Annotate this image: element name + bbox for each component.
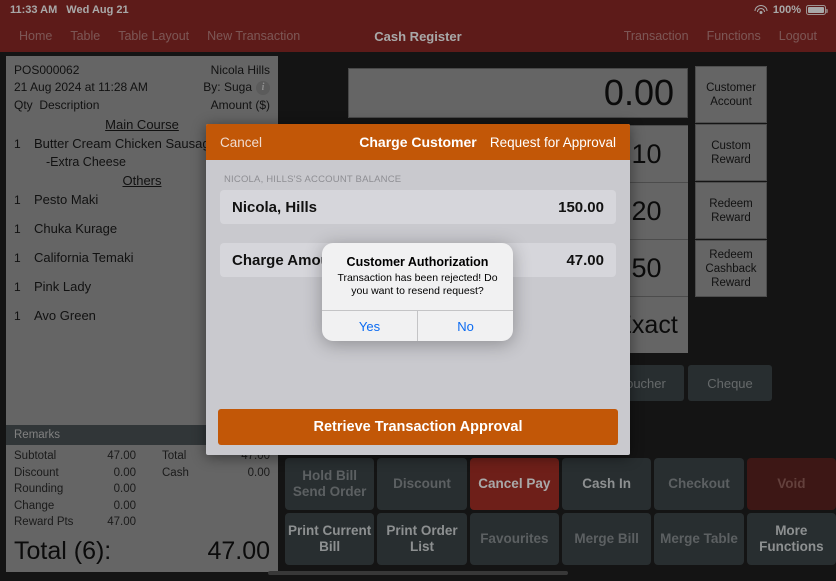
- pos-app-screen: 11:33 AM Wed Aug 21 100% Home Table Tabl…: [0, 0, 836, 581]
- alert-message: Transaction has been rejected! Do you wa…: [337, 272, 498, 297]
- account-balance-section-label: NICOLA, HILLS'S ACCOUNT BALANCE: [224, 174, 402, 185]
- account-balance-row[interactable]: Nicola, Hills 150.00: [220, 190, 616, 224]
- account-balance-value: 150.00: [558, 198, 604, 216]
- alert-button-row: Yes No: [322, 310, 513, 341]
- charge-amount-value: 47.00: [566, 251, 604, 269]
- request-for-approval-button[interactable]: Request for Approval: [490, 135, 616, 150]
- modal-footer: Retrieve Transaction Approval: [206, 409, 630, 455]
- alert-title: Customer Authorization: [346, 255, 489, 269]
- customer-authorization-alert: Customer Authorization Transaction has b…: [322, 243, 513, 341]
- alert-no-button[interactable]: No: [417, 311, 513, 341]
- retrieve-transaction-approval-button[interactable]: Retrieve Transaction Approval: [218, 409, 618, 445]
- alert-body: Customer Authorization Transaction has b…: [322, 243, 513, 310]
- alert-yes-button[interactable]: Yes: [322, 311, 417, 341]
- cancel-button[interactable]: Cancel: [220, 135, 262, 150]
- modal-title-bar: Cancel Charge Customer Request for Appro…: [206, 124, 630, 160]
- account-balance-name: Nicola, Hills: [232, 198, 318, 216]
